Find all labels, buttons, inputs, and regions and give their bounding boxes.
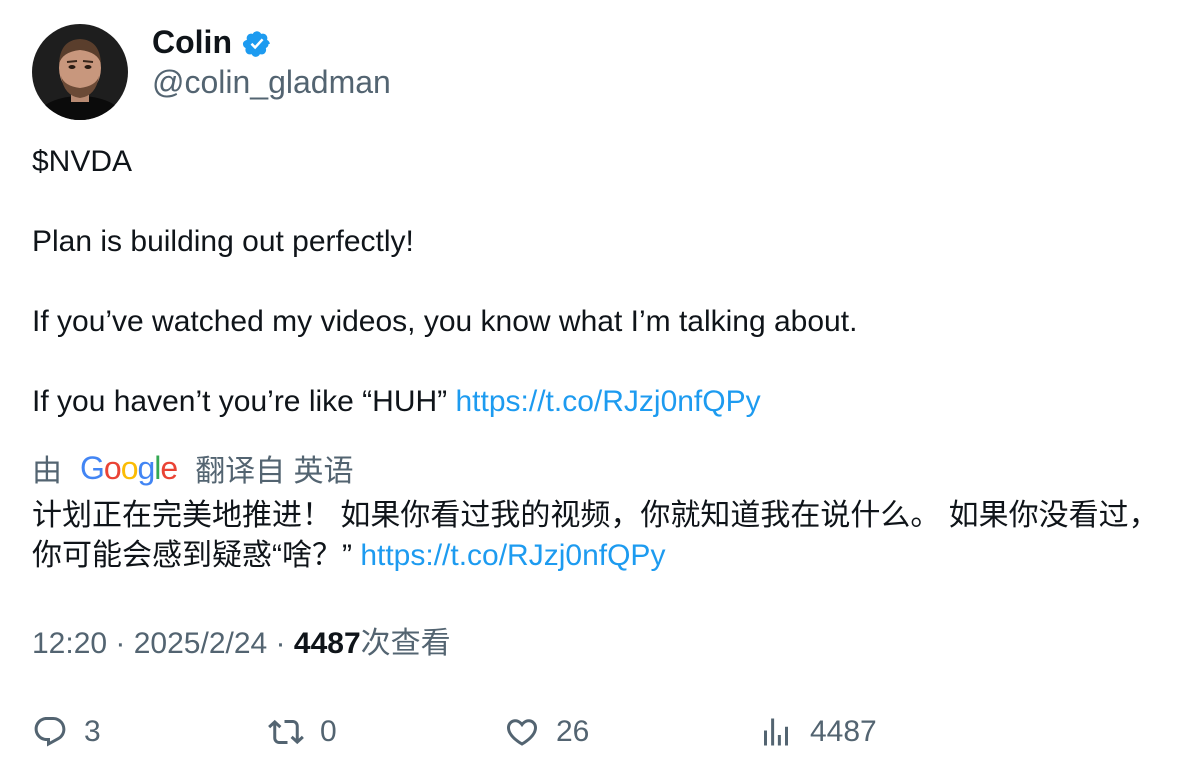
retweet-icon [268, 719, 304, 745]
tweet-link[interactable]: https://t.co/RJzj0nfQPy [456, 385, 761, 418]
avatar-image [32, 24, 128, 120]
display-name-row: Colin [152, 24, 391, 60]
translation-suffix: 翻译自 英语 [195, 455, 354, 488]
tweet-line-plan: Plan is building out perfectly! [32, 225, 414, 258]
tweet-line-huh: If you haven’t you’re like “HUH” https:/… [32, 382, 1162, 422]
user-handle[interactable]: @colin_gladman [152, 62, 391, 102]
reply-icon [34, 717, 66, 747]
user-names: Colin @colin_gladman [152, 24, 391, 102]
tweet-time[interactable]: 12:20 [32, 627, 107, 660]
heart-icon [506, 719, 538, 746]
translated-link[interactable]: https://t.co/RJzj0nfQPy [360, 539, 665, 572]
retweet-button[interactable]: 0 [268, 708, 337, 756]
display-name[interactable]: Colin [152, 24, 232, 60]
tweet-line-videos: If you’ve watched my videos, you know wh… [32, 305, 858, 338]
views-action-count: 4487 [810, 715, 877, 748]
avatar[interactable] [32, 24, 128, 120]
tweet-line-ticker: $NVDA [32, 145, 133, 178]
tweet-meta: 12:20 · 2025/2/24 · 4487次查看 [32, 622, 451, 666]
action-bar: 3 0 26 4487 [32, 708, 1162, 756]
google-logo-letter: e [160, 449, 178, 486]
views-button[interactable]: 4487 [758, 708, 877, 756]
translation-prefix: 由 [32, 455, 62, 488]
translation-attribution: 由 Google 翻译自 英语 [32, 446, 354, 490]
google-logo: Google [80, 449, 178, 487]
google-logo-letter: G [80, 449, 105, 486]
tweet-date[interactable]: 2025/2/24 [134, 627, 267, 660]
google-logo-letter: g [137, 449, 155, 486]
like-button[interactable]: 26 [504, 708, 589, 756]
views-count: 4487 [293, 627, 361, 660]
like-count: 26 [556, 715, 590, 748]
meta-separator: · [107, 627, 134, 660]
tweet-body: $NVDA Plan is building out perfectly! If… [32, 142, 1162, 422]
translated-text: 计划正在完美地推进！ 如果你看过我的视频，你就知道我在说什么。 如果你没看过，你… [32, 496, 1172, 576]
views-chart-icon [764, 718, 788, 746]
reply-count: 3 [84, 715, 101, 748]
reply-button[interactable]: 3 [32, 708, 101, 756]
tweet-header: Colin @colin_gladman [32, 24, 391, 120]
tweet-line-huh-text: If you haven’t you’re like “HUH” [32, 385, 456, 418]
verified-badge-icon[interactable] [242, 29, 272, 59]
google-logo-letter: o [120, 449, 139, 486]
retweet-count: 0 [320, 715, 337, 748]
meta-separator: · [267, 627, 294, 660]
google-logo-letter: o [103, 449, 122, 486]
views-label: 次查看 [360, 627, 451, 660]
